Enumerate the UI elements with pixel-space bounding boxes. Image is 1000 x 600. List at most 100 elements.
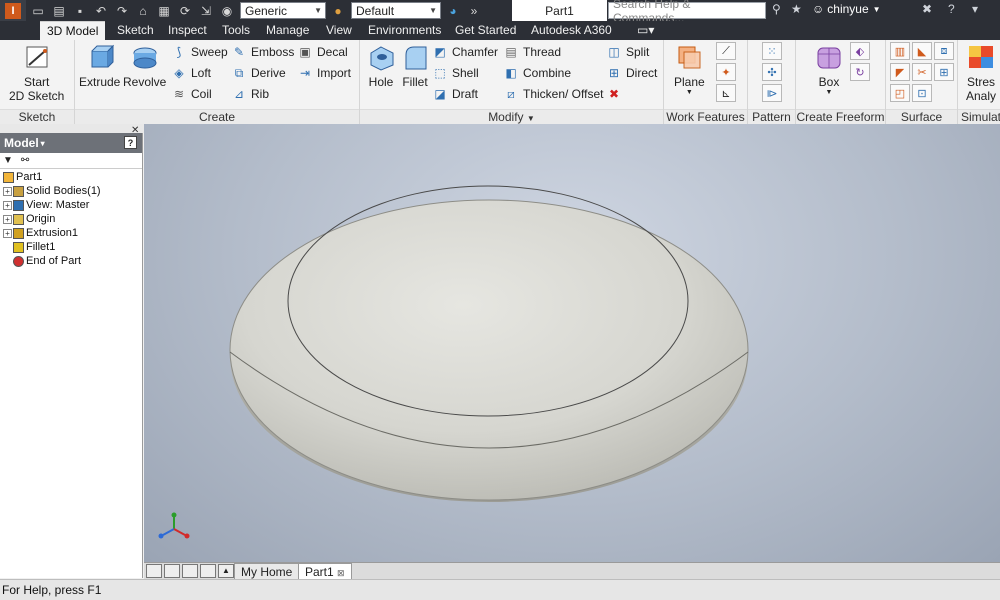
tree-item[interactable]: + Origin xyxy=(0,212,142,226)
appearance-select[interactable]: Generic ▼ xyxy=(240,2,326,19)
tab-inspect[interactable]: Inspect xyxy=(161,21,214,40)
freeform-edit-icon[interactable]: ⬖ xyxy=(850,42,870,60)
home-icon[interactable]: ⌂ xyxy=(134,3,152,19)
combine-button[interactable]: ◧ Combine xyxy=(503,63,571,83)
thicken-offset-button[interactable]: ⧄ Thicken/ Offset xyxy=(503,84,603,104)
tab-my-home[interactable]: My Home xyxy=(234,563,300,580)
extend-icon[interactable]: ✂ xyxy=(912,63,932,81)
star-icon[interactable]: ★ xyxy=(791,2,802,16)
tab-sketch[interactable]: Sketch xyxy=(110,21,161,40)
open-folder-icon[interactable]: ▤ xyxy=(50,3,68,19)
binoculars-icon[interactable]: ⚲ xyxy=(772,2,781,16)
tab-view[interactable]: View xyxy=(319,21,359,40)
tab-get-started[interactable]: Get Started xyxy=(448,21,523,40)
trim-icon[interactable]: ◤ xyxy=(890,63,910,81)
tab-part1[interactable]: Part1 ⊠ xyxy=(298,563,352,580)
axis-icon[interactable]: ⟋ xyxy=(716,42,736,60)
part-model[interactable] xyxy=(144,124,1000,562)
part-fillet-surface[interactable] xyxy=(229,199,749,501)
mirror-icon[interactable]: ⧐ xyxy=(762,84,782,102)
tab-3d-model[interactable]: 3D Model xyxy=(40,21,106,40)
binoculars-icon[interactable]: ⚯ xyxy=(21,155,29,166)
user-account[interactable]: ☺ chinyue ▼ xyxy=(812,2,881,16)
chevron-down-icon[interactable]: ▾ xyxy=(972,2,978,16)
tree-item[interactable]: Fillet1 xyxy=(0,240,142,254)
fit-mesh-face-icon[interactable]: ⊡ xyxy=(912,84,932,102)
help-icon[interactable]: ? xyxy=(948,2,955,16)
help-icon[interactable]: ? xyxy=(124,136,137,149)
tree-item[interactable]: + View: Master xyxy=(0,198,142,212)
expand-icon[interactable]: + xyxy=(3,228,12,238)
replace-face-icon[interactable]: ⊞ xyxy=(934,63,954,81)
tab-list-icon[interactable]: ▲ xyxy=(218,564,234,578)
sweep-button[interactable]: ⟆ Sweep xyxy=(171,42,228,62)
tile-vertical-icon[interactable] xyxy=(164,564,180,578)
chamfer-button[interactable]: ◩ Chamfer xyxy=(432,42,498,62)
fillet-button[interactable]: Fillet xyxy=(400,42,430,89)
sphere-settings-icon[interactable]: ◕ xyxy=(444,3,462,19)
properties-icon[interactable]: ▦ xyxy=(155,3,173,19)
tree-item[interactable]: + Solid Bodies(1) xyxy=(0,184,142,198)
new-file-icon[interactable]: ▭ xyxy=(29,3,47,19)
coil-button[interactable]: ≋ Coil xyxy=(171,84,212,104)
application-menu-button[interactable]: I xyxy=(0,0,26,21)
delete-face-button[interactable]: ✖ xyxy=(606,84,626,104)
tree-item[interactable]: + Extrusion1 xyxy=(0,226,142,240)
circular-pattern-icon[interactable]: ✣ xyxy=(762,63,782,81)
patch-icon[interactable]: ⧈ xyxy=(934,42,954,60)
ucs-icon[interactable]: ⊾ xyxy=(716,84,736,102)
sculpt-icon[interactable]: ◣ xyxy=(912,42,932,60)
tile-horizontal-icon[interactable] xyxy=(182,564,198,578)
shell-button[interactable]: ⬚ Shell xyxy=(432,63,478,83)
expand-icon[interactable]: + xyxy=(3,200,12,210)
stitch-icon[interactable]: ▥ xyxy=(890,42,910,60)
color-icon[interactable]: ◉ xyxy=(218,3,236,19)
cascade-windows-icon[interactable] xyxy=(146,564,162,578)
box-button[interactable]: Box ▼ xyxy=(814,42,844,96)
ribbon-options-icon[interactable]: ▭▾ xyxy=(630,21,661,40)
tab-environments[interactable]: Environments xyxy=(361,21,448,40)
freeform-convert-icon[interactable]: ↻ xyxy=(850,63,870,81)
derive-button[interactable]: ⧉ Derive xyxy=(231,63,286,83)
overflow-icon[interactable]: » xyxy=(465,3,483,19)
expand-icon[interactable]: + xyxy=(3,214,12,224)
direct-button[interactable]: ⊞ Direct xyxy=(606,63,657,83)
draft-button[interactable]: ◪ Draft xyxy=(432,84,478,104)
expand-icon[interactable]: + xyxy=(3,186,12,196)
stress-analysis-button[interactable]: Stres Analy xyxy=(966,42,996,103)
search-input[interactable]: Search Help & Commands... xyxy=(608,0,766,25)
undo-icon[interactable]: ↶ xyxy=(92,3,110,19)
panel-title-modify[interactable]: Modify ▼ xyxy=(360,109,663,124)
filter-icon[interactable]: ▼ xyxy=(3,155,13,166)
tab-manage[interactable]: Manage xyxy=(259,21,316,40)
plane-button[interactable]: Plane ▼ xyxy=(674,42,705,96)
point-icon[interactable]: ✦ xyxy=(716,63,736,81)
split-button[interactable]: ◫ Split xyxy=(606,42,649,62)
exchange-icon[interactable]: ✖ xyxy=(922,2,932,16)
rib-button[interactable]: ⊿ Rib xyxy=(231,84,269,104)
import-button[interactable]: ⇥ Import xyxy=(297,63,351,83)
revolve-button[interactable]: Revolve xyxy=(123,42,166,89)
browser-header[interactable]: Model ▾ ? xyxy=(0,133,142,153)
redo-icon[interactable]: ↷ xyxy=(113,3,131,19)
hole-button[interactable]: Hole xyxy=(366,42,396,89)
tree-item[interactable]: Part1 xyxy=(0,170,142,184)
decal-button[interactable]: ▣ Decal xyxy=(297,42,347,62)
material-select[interactable]: Default ▼ xyxy=(351,2,441,19)
arrange-icon[interactable] xyxy=(200,564,216,578)
tree-item[interactable]: End of Part xyxy=(0,254,142,268)
tab-tools[interactable]: Tools xyxy=(215,21,257,40)
loft-button[interactable]: ◈ Loft xyxy=(171,63,211,83)
repair-bodies-icon[interactable]: ◰ xyxy=(890,84,910,102)
graphics-viewport[interactable] xyxy=(144,124,1000,562)
tab-autodesk-a360[interactable]: Autodesk A360 xyxy=(524,21,619,40)
thread-button[interactable]: ▤ Thread xyxy=(503,42,561,62)
close-icon[interactable]: ⊠ xyxy=(337,568,345,578)
extrude-button[interactable]: Extrude xyxy=(79,42,120,89)
rectangular-pattern-icon[interactable]: ⁙ xyxy=(762,42,782,60)
update-icon[interactable]: ⟳ xyxy=(176,3,194,19)
select-icon[interactable]: ⇲ xyxy=(197,3,215,19)
save-icon[interactable]: ▪ xyxy=(71,3,89,19)
emboss-button[interactable]: ✎ Emboss xyxy=(231,42,294,62)
start-2d-sketch-button[interactable]: Start 2D Sketch xyxy=(9,42,64,103)
